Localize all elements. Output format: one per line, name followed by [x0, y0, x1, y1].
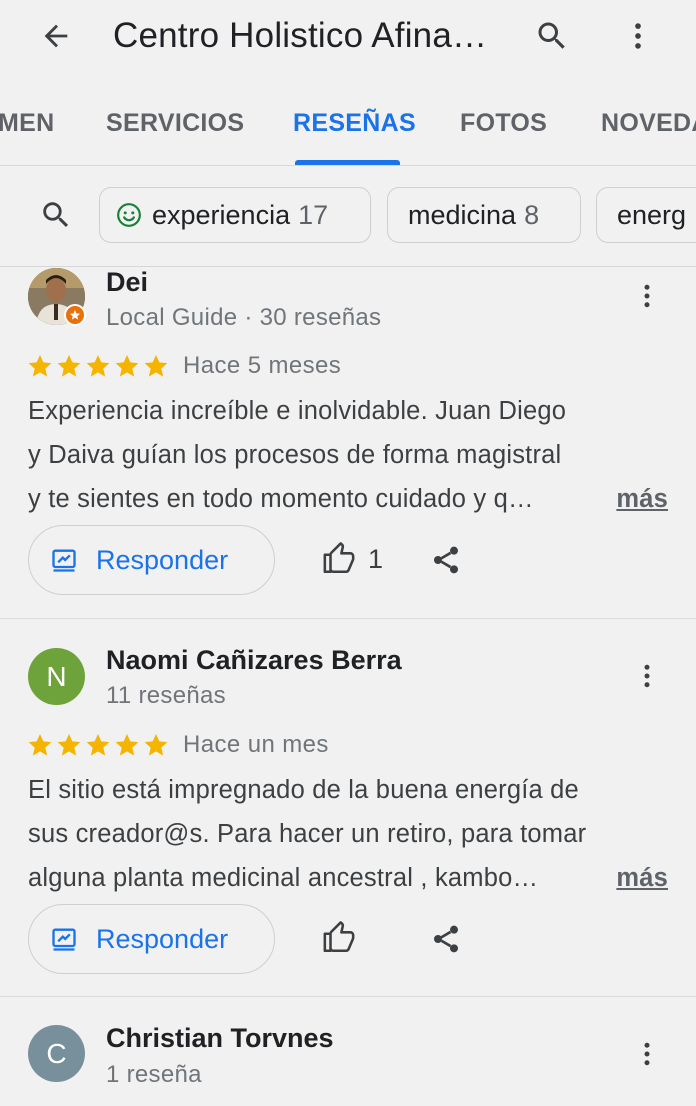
- page-title: Centro Holistico Afina…: [113, 16, 488, 55]
- review-text: Experiencia increíble e inolvidable. Jua…: [28, 389, 668, 521]
- tab-bar: MEN SERVICIOS RESEÑAS FOTOS NOVEDA: [0, 72, 696, 166]
- star-icon: [115, 733, 139, 756]
- review-filter-chips: experiencia 17 medicina 8 energ: [0, 167, 696, 267]
- reply-button[interactable]: Responder: [28, 904, 275, 974]
- smile-icon: [117, 203, 141, 227]
- like-button[interactable]: [322, 921, 356, 955]
- back-arrow-icon[interactable]: [34, 14, 78, 58]
- review-text-line: El sitio está impregnado de la buena ene…: [28, 776, 579, 804]
- review-date: Hace 5 meses: [183, 352, 342, 379]
- chip-count: 17: [298, 199, 329, 230]
- reviewer-meta: 1 reseña: [106, 1061, 202, 1088]
- local-guide-badge-icon: [64, 304, 86, 326]
- star-icon: [144, 354, 168, 377]
- review-card: N Naomi Cañizares Berra 11 reseñas Hace …: [0, 620, 696, 995]
- avatar-letter: C: [46, 1037, 67, 1069]
- star-icon: [144, 733, 168, 756]
- rating-row: Hace un mes: [27, 730, 329, 760]
- star-rating: [27, 732, 169, 758]
- thumb-up-icon: [323, 921, 355, 953]
- star-icon: [28, 733, 52, 756]
- reply-label: Responder: [96, 923, 229, 954]
- chip-experiencia[interactable]: experiencia 17: [99, 187, 371, 243]
- like-count: 1: [368, 543, 384, 574]
- divider: [0, 618, 696, 619]
- reviewer-name[interactable]: Christian Torvnes: [106, 1022, 334, 1054]
- star-rating: [27, 353, 169, 379]
- reviews-page: Centro Holistico Afina… MEN SERVICIOS RE…: [0, 0, 696, 1106]
- avatar[interactable]: C: [28, 1025, 85, 1082]
- review-text: El sitio está impregnado de la buena ene…: [28, 768, 668, 900]
- tab-servicios[interactable]: SERVICIOS: [106, 108, 244, 138]
- tab-fotos[interactable]: FOTOS: [460, 108, 547, 138]
- active-tab-indicator: [295, 160, 400, 165]
- chip-label: medicina: [408, 199, 517, 230]
- tab-resenas[interactable]: RESEÑAS: [293, 108, 416, 138]
- reviewer-name[interactable]: Naomi Cañizares Berra: [106, 644, 402, 676]
- divider: [0, 996, 696, 997]
- tab-resumen[interactable]: MEN: [0, 108, 54, 138]
- search-reviews-icon[interactable]: [34, 193, 78, 237]
- review-text-line-last: alguna planta medicinal ancestral , kamb…: [28, 856, 668, 900]
- search-icon[interactable]: [530, 14, 574, 58]
- star-icon: [115, 354, 139, 377]
- more-link[interactable]: más: [616, 477, 668, 521]
- share-icon[interactable]: [430, 544, 462, 576]
- star-icon: [57, 733, 81, 756]
- more-vert-icon[interactable]: [616, 14, 660, 58]
- reviewer-meta: 11 reseñas: [106, 682, 226, 709]
- review-date: Hace un mes: [183, 731, 329, 758]
- like-button[interactable]: 1: [322, 542, 383, 576]
- review-more-vert-icon[interactable]: [630, 1034, 664, 1074]
- app-bar: Centro Holistico Afina…: [0, 0, 696, 72]
- chip-energia[interactable]: energ: [596, 187, 696, 243]
- review-text-line: y Daiva guían los procesos de forma magi…: [28, 441, 562, 469]
- review-text-line: Experiencia increíble e inolvidable. Jua…: [28, 397, 567, 425]
- reply-button[interactable]: Responder: [28, 525, 275, 595]
- star-icon: [86, 354, 110, 377]
- reply-icon: [52, 549, 76, 572]
- reviewer-name[interactable]: Dei: [106, 266, 148, 298]
- review-more-vert-icon[interactable]: [630, 656, 664, 696]
- chip-label: energ: [617, 199, 687, 230]
- tab-novedades[interactable]: NOVEDA: [601, 108, 696, 138]
- reply-label: Responder: [96, 544, 229, 575]
- star-icon: [28, 354, 52, 377]
- star-icon: [57, 354, 81, 377]
- star-icon: [86, 733, 110, 756]
- thumb-up-icon: [323, 542, 355, 574]
- avatar[interactable]: N: [28, 648, 85, 705]
- avatar[interactable]: [28, 268, 86, 326]
- reply-icon: [52, 928, 76, 951]
- review-text-line: sus creador@s. Para hacer un retiro, par…: [28, 820, 587, 848]
- review-card: Dei Local Guide · 30 reseñas Hace 5 mese…: [0, 266, 696, 618]
- review-text-line: y te sientes en todo momento cuidado y q…: [28, 485, 534, 513]
- chip-medicina[interactable]: medicina 8: [387, 187, 581, 243]
- reviewer-meta: Local Guide · 30 reseñas: [106, 304, 382, 331]
- rating-row: Hace 5 meses: [27, 351, 341, 381]
- more-link[interactable]: más: [616, 856, 668, 900]
- chip-count: 8: [524, 199, 540, 230]
- review-more-vert-icon[interactable]: [630, 276, 664, 316]
- avatar-letter: N: [46, 660, 67, 692]
- review-text-line: alguna planta medicinal ancestral , kamb…: [28, 864, 539, 892]
- review-card: C Christian Torvnes 1 reseña: [0, 998, 696, 1106]
- review-text-line-last: y te sientes en todo momento cuidado y q…: [28, 477, 668, 521]
- share-icon[interactable]: [430, 923, 462, 955]
- chip-label: experiencia: [152, 199, 291, 230]
